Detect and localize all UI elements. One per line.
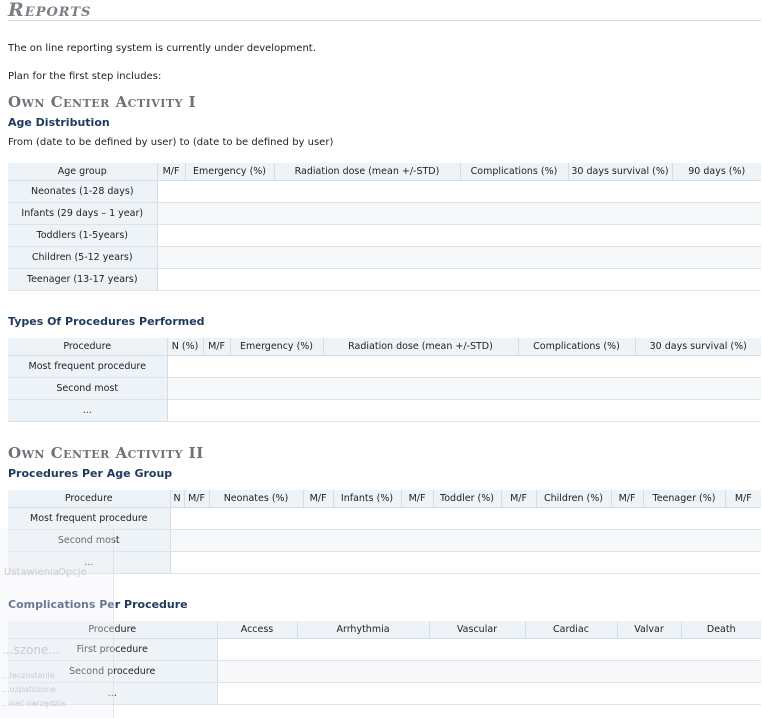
column-header: Death — [681, 621, 761, 639]
column-header: 30 days survival (%) — [568, 163, 673, 181]
table-row: First procedure — [8, 638, 761, 661]
table-row: Children (5-12 years) — [8, 246, 761, 269]
data-cells — [217, 682, 761, 705]
data-cells — [170, 551, 761, 574]
data-cells — [217, 638, 761, 661]
column-header: Access — [217, 621, 298, 639]
complications-per-procedure-table: Procedure Access Arrhythmia Vascular Car… — [8, 621, 761, 705]
table-row: Most frequent procedure — [8, 507, 761, 530]
column-header: Infants (%) — [333, 490, 402, 508]
procedures-per-age-title: Procedures Per Age Group — [8, 467, 173, 480]
column-header: M/F — [401, 490, 434, 508]
data-cells — [157, 268, 761, 291]
table-row: ... — [8, 551, 761, 574]
procedures-performed-title: Types Of Procedures Performed — [8, 315, 205, 328]
column-header: M/F — [501, 490, 537, 508]
table-row: Second most — [8, 529, 761, 552]
column-header: 90 days (%) — [672, 163, 761, 181]
row-label: Neonates (1-28 days) — [8, 180, 158, 203]
column-header: Age group — [8, 163, 158, 181]
column-header: Radiation dose (mean +/-STD) — [323, 338, 519, 356]
column-header: N — [170, 490, 185, 508]
table-row: Second most — [8, 377, 761, 400]
data-cells — [157, 246, 761, 269]
age-distribution-table: Age group M/F Emergency (%) Radiation do… — [8, 163, 761, 291]
row-label: Most frequent procedure — [8, 507, 171, 530]
data-cells — [217, 660, 761, 683]
column-header: Emergency (%) — [230, 338, 324, 356]
column-header: N (%) — [167, 338, 204, 356]
reports-page: Reports The on line reporting system is … — [8, 0, 761, 705]
row-label: Toddlers (1-5years) — [8, 224, 158, 247]
row-label: Second most — [8, 377, 168, 400]
table-row: Second procedure — [8, 660, 761, 683]
ghost-heading-text: ...szone... — [2, 643, 60, 657]
data-cells — [157, 180, 761, 203]
table-row: ... — [8, 682, 761, 705]
row-label: Infants (29 days – 1 year) — [8, 202, 158, 225]
column-header: M/F — [611, 490, 644, 508]
ghost-options-text: Opcje — [58, 567, 87, 578]
table-row: Teenager (13-17 years) — [8, 268, 761, 291]
ghost-settings-text: Ustawienia — [4, 567, 59, 578]
intro-text: The on line reporting system is currentl… — [8, 43, 316, 54]
column-header: Vascular — [429, 621, 526, 639]
procedures-performed-table: Procedure N (%) M/F Emergency (%) Radiat… — [8, 338, 761, 422]
ghost-line-text: ...ozpatozone — [2, 685, 56, 694]
column-header: 30 days survival (%) — [635, 338, 761, 356]
row-label: Most frequent procedure — [8, 355, 168, 378]
column-header: Cardiac — [525, 621, 618, 639]
column-header: M/F — [184, 490, 210, 508]
row-label: Teenager (13-17 years) — [8, 268, 158, 291]
page-title: Reports — [8, 0, 761, 21]
column-header: M/F — [157, 163, 186, 181]
column-header: M/F — [725, 490, 761, 508]
table-row: Toddlers (1-5years) — [8, 224, 761, 247]
data-cells — [167, 399, 761, 422]
plan-text: Plan for the first step includes: — [8, 71, 162, 82]
column-header: Radiation dose (mean +/-STD) — [274, 163, 461, 181]
data-cells — [170, 507, 761, 530]
column-header: M/F — [303, 490, 334, 508]
data-cells — [157, 224, 761, 247]
section-title-activity-1: Own Center Activity I — [8, 93, 197, 111]
ghost-line-text: ...ieczostanie — [2, 671, 55, 680]
column-header: Children (%) — [536, 490, 612, 508]
column-header: Neonates (%) — [209, 490, 304, 508]
data-cells — [167, 355, 761, 378]
column-header: Complications (%) — [460, 163, 569, 181]
column-header: Emergency (%) — [185, 163, 275, 181]
data-cells — [157, 202, 761, 225]
column-header: Toddler (%) — [433, 490, 502, 508]
date-range-text: From (date to be defined by user) to (da… — [8, 137, 334, 148]
column-header: Procedure — [8, 338, 168, 356]
column-header: Arrhythmia — [297, 621, 430, 639]
column-header: M/F — [203, 338, 231, 356]
procedures-per-age-table: Procedure N M/F Neonates (%) M/F Infants… — [8, 490, 761, 574]
table-row: Infants (29 days – 1 year) — [8, 202, 761, 225]
data-cells — [170, 529, 761, 552]
column-header: Complications (%) — [518, 338, 636, 356]
data-cells — [167, 377, 761, 400]
table-row: ... — [8, 399, 761, 422]
table-row: Most frequent procedure — [8, 355, 761, 378]
column-header: Teenager (%) — [643, 490, 726, 508]
column-header: Valvar — [617, 621, 682, 639]
column-header: Procedure — [8, 490, 171, 508]
age-distribution-title: Age Distribution — [8, 116, 110, 129]
table-row: Neonates (1-28 days) — [8, 180, 761, 203]
row-label: Children (5-12 years) — [8, 246, 158, 269]
section-title-activity-2: Own Center Activity II — [8, 444, 204, 462]
row-label: ... — [8, 399, 168, 422]
ghost-line-text: ...nać narzędzia — [2, 699, 66, 708]
